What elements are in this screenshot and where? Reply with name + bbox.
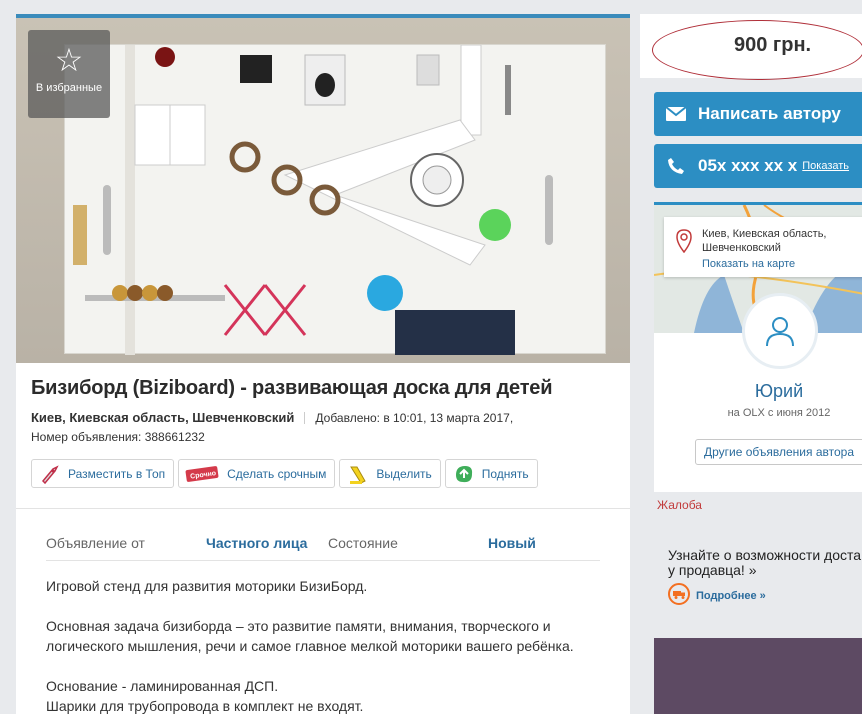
complaint-link[interactable]: Жалоба — [657, 498, 702, 512]
listing-added-date: Добавлено: в 10:01, 13 марта 2017, — [315, 410, 514, 425]
listing-card: ☆ В избранные Бизиборд (Biziboard) - раз… — [16, 14, 630, 714]
rocket-icon — [38, 462, 62, 486]
prop-from-key: Объявление от — [46, 535, 145, 551]
show-on-map-link[interactable]: Показать на карте — [702, 257, 862, 271]
delivery-truck-icon — [668, 583, 690, 608]
promo-text-line: у продавца! » — [668, 562, 757, 578]
seller-name[interactable]: Юрий — [654, 381, 862, 402]
price-box: 900 грн. — [640, 14, 862, 80]
raise-label: Поднять — [481, 466, 529, 481]
favorite-button[interactable]: ☆ В избранные — [28, 30, 110, 118]
prop-state-value[interactable]: Новый — [488, 535, 536, 551]
listing-photo[interactable]: ☆ В избранные — [16, 18, 630, 363]
listing-description: Игровой стенд для развития моторики Бизи… — [46, 576, 606, 714]
address-box: Киев, Киевская область, Шевченковский По… — [664, 217, 862, 277]
listing-meta: Киев, Киевская область, Шевченковский До… — [31, 410, 513, 425]
highlight-label: Выделить — [376, 466, 432, 481]
urgent-label-icon: Срочно — [185, 462, 221, 486]
prop-from-value[interactable]: Частного лица — [206, 535, 307, 551]
listing-properties: Объявление от Частного лица Состояние Но… — [46, 533, 600, 561]
top-placement-label: Разместить в Топ — [68, 466, 166, 481]
promo-more-label: Подробнее » — [696, 589, 766, 602]
meta-separator — [304, 411, 306, 424]
urgent-label: Сделать срочным — [227, 466, 327, 481]
top-placement-button[interactable]: Разместить в Топ — [31, 459, 175, 488]
listing-ad-number: Номер объявления: 388661232 — [31, 430, 205, 444]
urgent-button[interactable]: Срочно Сделать срочным — [178, 459, 336, 488]
prop-state-key: Состояние — [328, 535, 398, 551]
message-author-button[interactable]: Написать автору — [654, 92, 862, 136]
seller-since: на OLX с июня 2012 — [727, 407, 831, 419]
highlight-button[interactable]: Выделить — [339, 459, 441, 488]
show-phone-link[interactable]: Показать — [802, 160, 849, 172]
delivery-promo: Узнайте о возможности доста у продавца! … — [668, 548, 862, 578]
description-paragraph: Шарики для трубопровода в комплект не вх… — [46, 698, 364, 714]
star-icon: ☆ — [54, 41, 84, 79]
listing-location: Киев, Киевская область, Шевченковский — [31, 410, 295, 425]
promo-actions: Разместить в Топ Срочно Сделать срочным … — [31, 459, 538, 488]
phone-number: 05x xxx xx x — [698, 156, 798, 175]
raise-button[interactable]: Поднять — [444, 459, 538, 488]
highlighter-icon — [346, 462, 370, 486]
price-value: 900 грн. — [734, 34, 812, 56]
other-ads-button[interactable]: Другие объявления автора — [695, 439, 862, 465]
arrow-up-leaf-icon — [452, 462, 476, 486]
phone-icon — [654, 157, 698, 175]
envelope-icon — [654, 107, 698, 121]
promo-text-line: Узнайте о возможности доста — [668, 548, 862, 563]
section-divider — [16, 508, 630, 509]
address-text: Киев, Киевская область, Шевченковский — [702, 228, 827, 254]
favorite-label: В избранные — [35, 82, 103, 94]
promo-more-link[interactable]: Подробнее » — [668, 583, 766, 608]
phone-button[interactable]: 05x xxx xx x Показать — [654, 144, 862, 188]
description-paragraph: Основная задача бизиборда – это развитие… — [46, 618, 574, 654]
photo-board — [64, 44, 606, 355]
avatar[interactable] — [742, 293, 818, 369]
user-icon — [766, 317, 794, 347]
description-paragraph: Игровой стенд для развития моторики Бизи… — [46, 578, 368, 594]
listing-title: Бизиборд (Biziboard) - развивающая доска… — [31, 377, 553, 399]
seller-card: Киев, Киевская область, Шевченковский По… — [654, 202, 862, 492]
busy-board-illustration — [73, 44, 553, 355]
message-author-label: Написать автору — [698, 104, 841, 123]
description-paragraph: Основание - ламинированная ДСП. — [46, 678, 279, 694]
ad-banner[interactable] — [654, 638, 862, 714]
